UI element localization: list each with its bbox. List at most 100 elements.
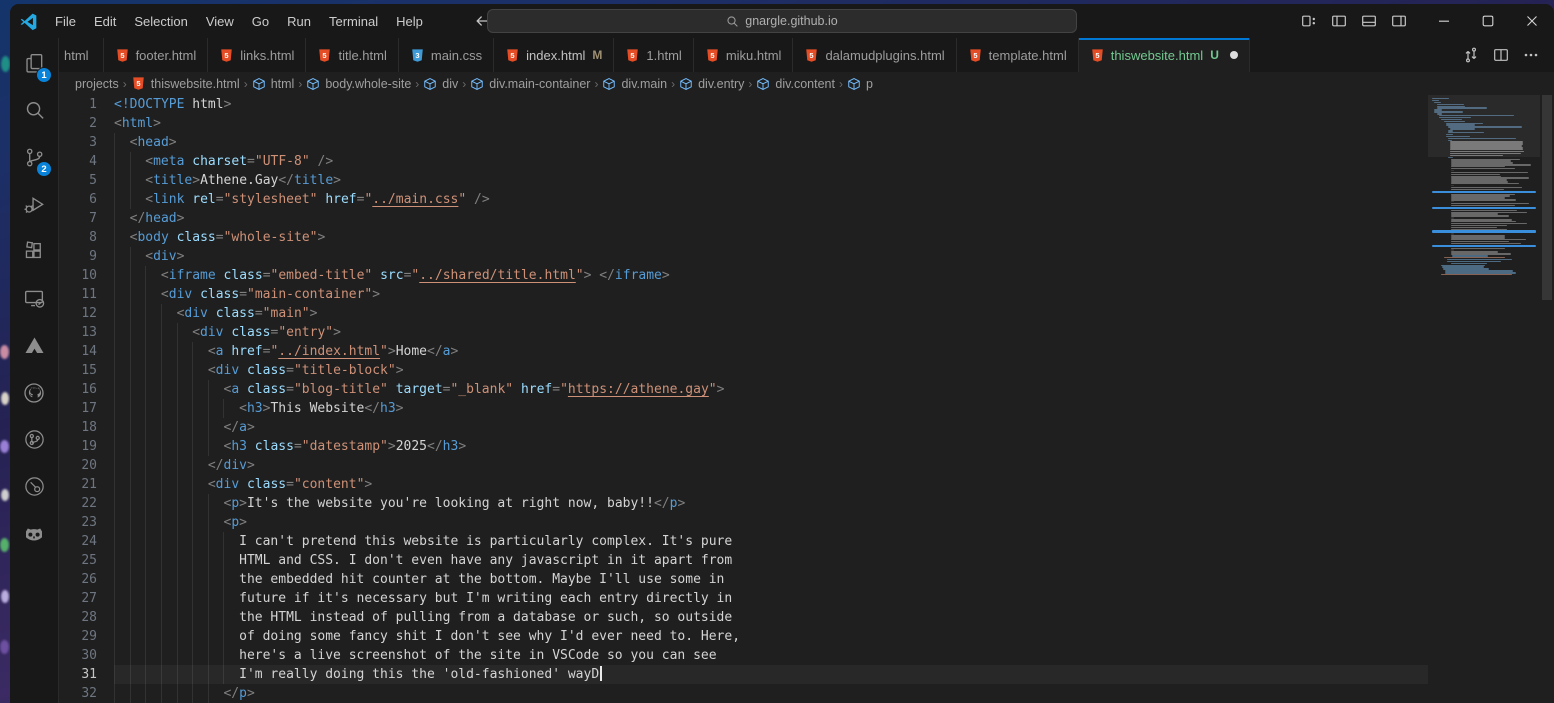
line-number[interactable]: 2 [59,114,97,133]
breadcrumb-item-projects[interactable]: projects [75,77,119,91]
code-line[interactable]: 5 <title>Athene.Gay</title> [59,171,1428,190]
line-content[interactable]: <div class="title-block"> [114,361,1428,380]
line-number[interactable]: 27 [59,589,97,608]
line-number[interactable]: 8 [59,228,97,247]
code-line[interactable]: 1<!DOCTYPE html> [59,95,1428,114]
line-content[interactable]: <p> [114,513,1428,532]
code-line[interactable]: 20</div> [59,456,1428,475]
code-line[interactable]: 21<div class="content"> [59,475,1428,494]
menu-terminal[interactable]: Terminal [320,9,387,33]
line-number[interactable]: 12 [59,304,97,323]
line-content[interactable]: <title>Athene.Gay</title> [114,171,1428,190]
tab-links.html[interactable]: 5links.html [208,38,306,72]
line-number[interactable]: 29 [59,627,97,646]
line-number[interactable]: 11 [59,285,97,304]
breadcrumb-item-div-main[interactable]: div.main [602,77,667,91]
line-number[interactable]: 25 [59,551,97,570]
tab-thiswebsite.html[interactable]: 5thiswebsite.htmlU [1079,38,1250,72]
line-number[interactable]: 24 [59,532,97,551]
code-line[interactable]: 14<a href="../index.html">Home</a> [59,342,1428,361]
toggle-primary-sidebar-icon[interactable] [1324,9,1354,34]
code-line[interactable]: 28 the HTML instead of pulling from a dat… [59,608,1428,627]
line-number[interactable]: 31 [59,665,97,684]
breadcrumb-item-div-content[interactable]: div.content [756,77,835,91]
menu-view[interactable]: View [197,9,243,33]
toggle-secondary-sidebar-icon[interactable] [1384,9,1414,34]
line-number[interactable]: 10 [59,266,97,285]
line-content[interactable]: </a> [114,418,1428,437]
tab-1.html[interactable]: 51.html [614,38,693,72]
breadcrumb-item-p[interactable]: p [847,77,873,91]
line-content[interactable]: <body class="whole-site"> [114,228,1428,247]
line-content[interactable]: <html> [114,114,1428,133]
tab-footer.html[interactable]: 5footer.html [104,38,209,72]
code-line[interactable]: 9<div> [59,247,1428,266]
code-line[interactable]: 32</p> [59,684,1428,703]
line-content[interactable]: <meta charset="UTF-8" /> [114,152,1428,171]
breadcrumb-item-html[interactable]: html [252,77,295,91]
line-content[interactable]: </head> [114,209,1428,228]
code-line[interactable]: 29 of doing some fancy shit I don't see w… [59,627,1428,646]
line-number[interactable]: 3 [59,133,97,152]
code-line[interactable]: 24I can't pretend this website is partic… [59,532,1428,551]
menu-edit[interactable]: Edit [85,9,125,33]
menu-go[interactable]: Go [243,9,278,33]
line-content[interactable]: <div class="main-container"> [114,285,1428,304]
split-editor-icon[interactable] [1488,42,1514,68]
minimap[interactable] [1428,95,1540,703]
command-center[interactable]: gnargle.github.io [487,9,1077,33]
code-line[interactable]: 16 <a class="blog-title" target="_blank" … [59,380,1428,399]
line-number[interactable]: 7 [59,209,97,228]
line-number[interactable]: 5 [59,171,97,190]
line-content[interactable]: of doing some fancy shit I don't see why… [114,627,1428,646]
line-content[interactable]: <iframe class="embed-title" src="../shar… [114,266,1428,285]
code-line[interactable]: 26the embedded hit counter at the bottom… [59,570,1428,589]
line-number[interactable]: 15 [59,361,97,380]
line-content[interactable]: HTML and CSS. I don't even have any java… [114,551,1428,570]
line-content[interactable]: the embedded hit counter at the bottom. … [114,570,1428,589]
line-number[interactable]: 32 [59,684,97,703]
code-line[interactable]: 18 </a> [59,418,1428,437]
line-number[interactable]: 9 [59,247,97,266]
vertical-scrollbar[interactable] [1540,95,1554,703]
tab-miku.html[interactable]: 5miku.html [694,38,794,72]
code-line[interactable]: 3 <head> [59,133,1428,152]
code-line[interactable]: 4 <meta charset="UTF-8" /> [59,152,1428,171]
dirty-indicator[interactable] [1230,51,1238,59]
close-button[interactable] [1510,4,1554,38]
activity-triangle-logo[interactable] [10,322,58,369]
code-line[interactable]: 15 <div class="title-block"> [59,361,1428,380]
line-number[interactable]: 4 [59,152,97,171]
line-content[interactable]: the HTML instead of pulling from a datab… [114,608,1428,627]
line-number[interactable]: 13 [59,323,97,342]
breadcrumb-item-body-whole-site[interactable]: body.whole-site [306,77,411,91]
line-content[interactable]: <head> [114,133,1428,152]
line-number[interactable]: 14 [59,342,97,361]
line-content[interactable]: here's a live screenshot of the site in … [114,646,1428,665]
code-line[interactable]: 13<div class="entry"> [59,323,1428,342]
activity-github[interactable] [10,369,58,416]
tab-index.html[interactable]: 5index.htmlM [494,38,614,72]
code-line[interactable]: 6 <link rel="stylesheet" href="../main.cs… [59,190,1428,209]
breadcrumb-item-div-entry[interactable]: div.entry [679,77,744,91]
breadcrumb-item-thiswebsite-html[interactable]: 5thiswebsite.html [131,76,240,91]
code-line[interactable]: 19<h3 class="datestamp">2025</h3> [59,437,1428,456]
line-content[interactable]: <div class="content"> [114,475,1428,494]
line-content[interactable]: <link rel="stylesheet" href="../main.css… [114,190,1428,209]
code-line[interactable]: 30here's a live screenshot of the site i… [59,646,1428,665]
code-area[interactable]: 1<!DOCTYPE html>2 <html> 3 <head> 4 <meta cha… [59,95,1428,703]
line-number[interactable]: 28 [59,608,97,627]
line-number[interactable]: 18 [59,418,97,437]
code-line[interactable]: 22<p>It's the website you're looking at … [59,494,1428,513]
line-number[interactable]: 16 [59,380,97,399]
line-number[interactable]: 17 [59,399,97,418]
line-number[interactable]: 6 [59,190,97,209]
activity-gitlens[interactable] [10,463,58,510]
minimap-viewport-slider[interactable] [1428,95,1540,157]
line-number[interactable]: 20 [59,456,97,475]
line-content[interactable]: <a class="blog-title" target="_blank" hr… [114,380,1428,399]
code-line[interactable]: 2 <html> [59,114,1428,133]
activity-godot-tools[interactable] [10,510,58,557]
menu-help[interactable]: Help [387,9,432,33]
breadcrumb-item-div-main-container[interactable]: div.main-container [470,77,590,91]
